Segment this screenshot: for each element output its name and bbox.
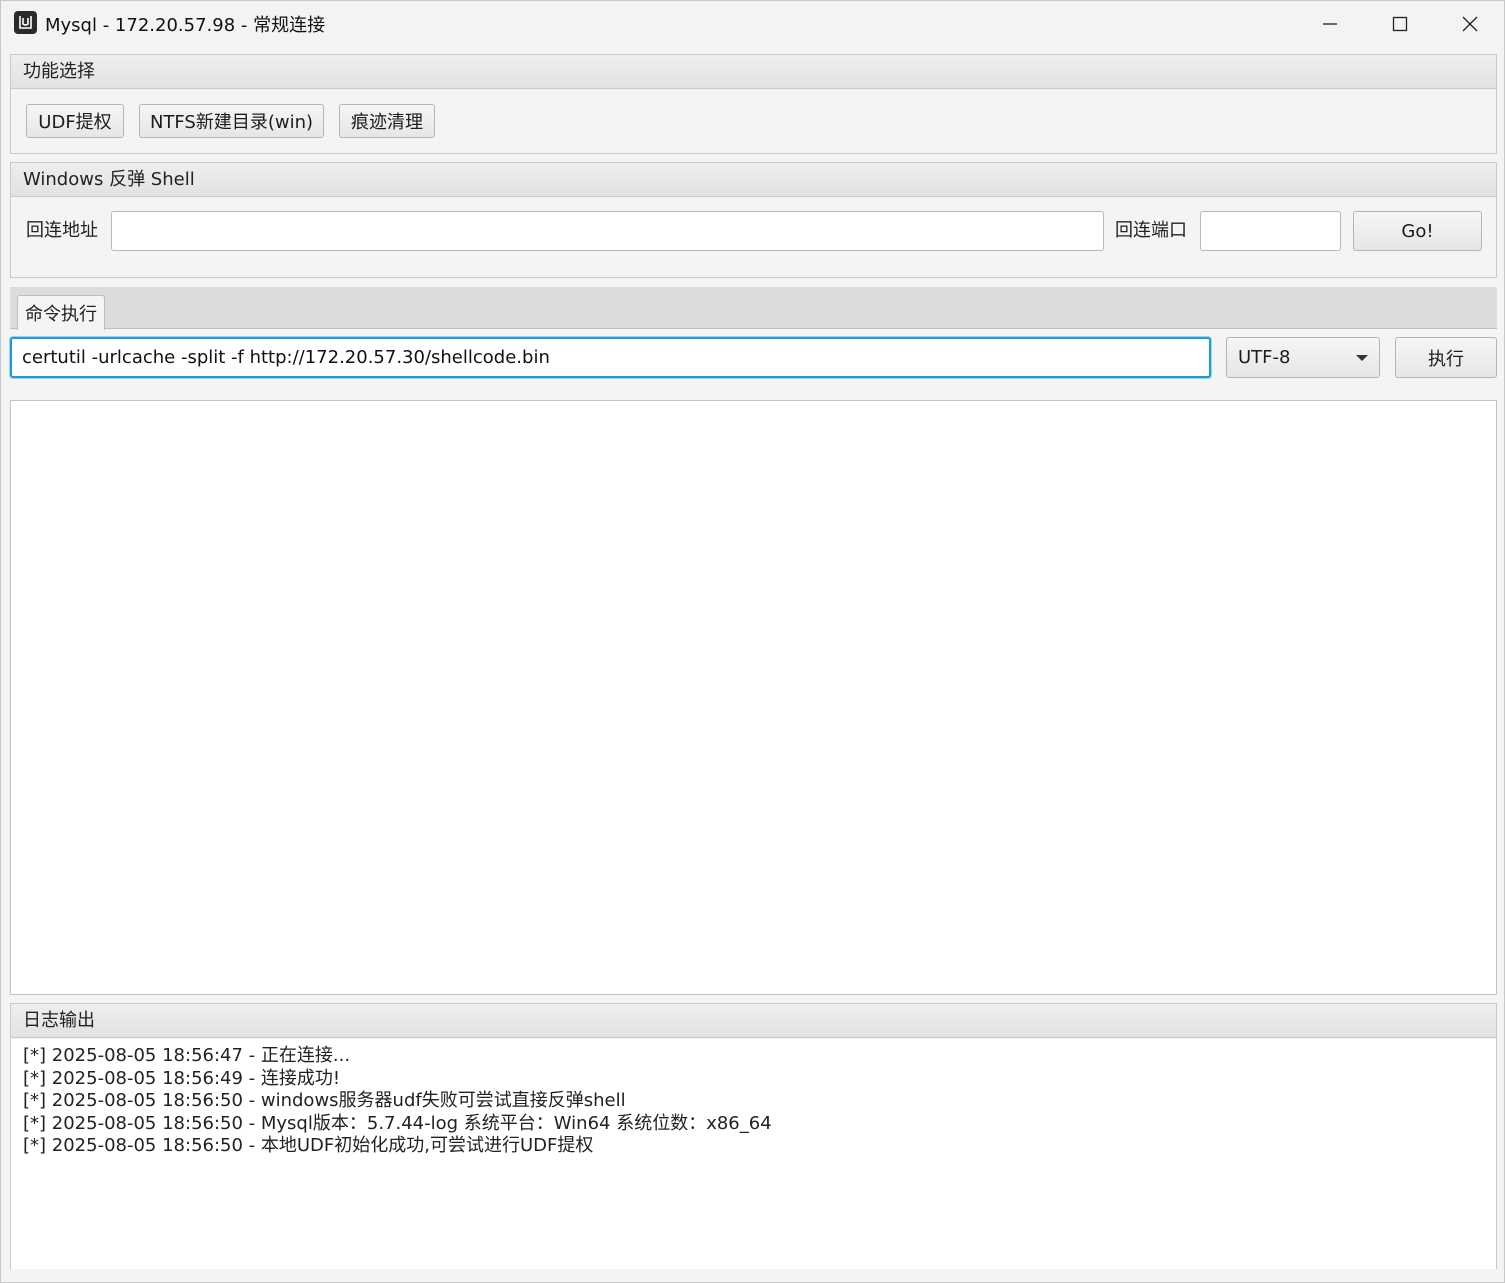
command-input[interactable]: certutil -urlcache -split -f http://172.…	[10, 337, 1211, 378]
close-button[interactable]	[1435, 1, 1505, 46]
callback-host-label: 回连地址	[26, 220, 98, 241]
app-window: Mysql - 172.20.57.98 - 常规连接 功能选择 UDF提权 N…	[0, 0, 1505, 1283]
log-line: [*] 2025-08-05 18:56:50 - 本地UDF初始化成功,可尝试…	[23, 1135, 594, 1156]
function-pane: 功能选择 UDF提权 NTFS新建目录(win) 痕迹清理	[10, 54, 1497, 154]
callback-host-input[interactable]	[111, 211, 1104, 251]
callback-port-label: 回连端口	[1115, 220, 1187, 241]
trace-cleanup-button[interactable]: 痕迹清理	[339, 104, 435, 138]
chevron-down-icon	[1356, 355, 1368, 361]
log-line: [*] 2025-08-05 18:56:50 - Mysql版本：5.7.44…	[23, 1112, 772, 1134]
minimize-button[interactable]	[1295, 1, 1365, 46]
function-pane-title[interactable]: 功能选择	[11, 55, 1496, 89]
tab-header: 命令执行	[10, 287, 1497, 330]
tab-command-exec[interactable]: 命令执行	[17, 295, 105, 330]
go-button[interactable]: Go!	[1353, 211, 1482, 251]
reverse-shell-pane: Windows 反弹 Shell 回连地址 回连端口 Go!	[10, 162, 1497, 278]
encoding-selected-value: UTF-8	[1238, 347, 1291, 368]
encoding-select[interactable]: UTF-8	[1226, 337, 1380, 378]
callback-port-input[interactable]	[1200, 211, 1341, 251]
maximize-icon	[1392, 16, 1408, 31]
ntfs-create-dir-button[interactable]: NTFS新建目录(win)	[139, 104, 324, 138]
title-bar[interactable]: Mysql - 172.20.57.98 - 常规连接	[1, 1, 1504, 46]
command-output-area[interactable]	[10, 400, 1497, 995]
log-output[interactable]: [*] 2025-08-05 18:56:47 - 正在连接... [*] 20…	[11, 1039, 1496, 1269]
maximize-button[interactable]	[1365, 1, 1435, 46]
log-line: [*] 2025-08-05 18:56:47 - 正在连接...	[23, 1045, 351, 1066]
reverse-shell-pane-title[interactable]: Windows 反弹 Shell	[11, 163, 1496, 197]
log-pane-title[interactable]: 日志输出	[11, 1004, 1496, 1038]
log-pane: 日志输出 [*] 2025-08-05 18:56:47 - 正在连接... […	[10, 1003, 1497, 1269]
minimize-icon	[1323, 22, 1337, 25]
udf-privesc-button[interactable]: UDF提权	[26, 104, 124, 138]
window-title: Mysql - 172.20.57.98 - 常规连接	[45, 15, 326, 36]
close-icon	[1462, 16, 1478, 31]
log-line: [*] 2025-08-05 18:56:50 - windows服务器udf失…	[23, 1090, 626, 1111]
log-line: [*] 2025-08-05 18:56:49 - 连接成功!	[23, 1067, 341, 1089]
app-logo-icon	[14, 11, 37, 34]
execute-button[interactable]: 执行	[1395, 337, 1497, 378]
